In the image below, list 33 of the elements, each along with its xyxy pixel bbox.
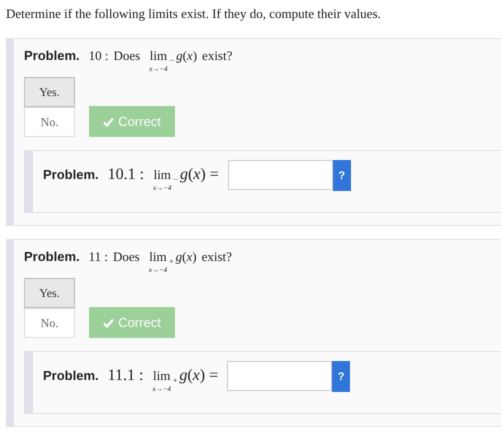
check-icon (103, 116, 114, 126)
answer-input[interactable] (228, 160, 333, 190)
function-expression: g(x) (176, 248, 197, 266)
one-sided-sign: − (170, 57, 174, 65)
feedback-text: Correct (118, 114, 161, 129)
problem-number: 11 : (88, 248, 108, 266)
answer-choice[interactable]: Yes. (24, 278, 75, 308)
help-button[interactable]: ? (332, 160, 351, 191)
answer-choice[interactable]: No. (24, 107, 75, 137)
question-text: Does (114, 47, 140, 65)
one-sided-sign: + (169, 258, 174, 266)
problem-number: 10 : (88, 47, 108, 65)
problem-label: Problem. (43, 166, 99, 184)
problem-label: Problem. (43, 367, 99, 385)
question-text: Does (113, 248, 140, 266)
problem-label: Problem. (24, 248, 80, 266)
function-expression: g(x) = (180, 166, 219, 184)
question-text: exist? (202, 248, 232, 266)
feedback-text: Correct (118, 315, 161, 330)
question-text: exist? (202, 47, 232, 65)
one-sided-sign: + (172, 377, 178, 385)
one-sided-sign: − (173, 176, 178, 184)
answer-input[interactable] (227, 361, 332, 391)
answer-choice[interactable]: Yes. (24, 77, 75, 107)
answer-choice[interactable]: No. (24, 308, 75, 338)
problem-number: 11.1 : (108, 367, 144, 385)
check-icon (103, 318, 114, 328)
problem-number: 10.1 : (108, 166, 144, 184)
instructions-text: Determine if the following limits exist. If they do, compute their values. (6, 6, 382, 22)
function-expression: g(x) = (179, 367, 218, 385)
function-expression: g(x) (176, 47, 198, 65)
problem-label: Problem. (24, 47, 80, 65)
help-button[interactable]: ? (332, 361, 350, 392)
